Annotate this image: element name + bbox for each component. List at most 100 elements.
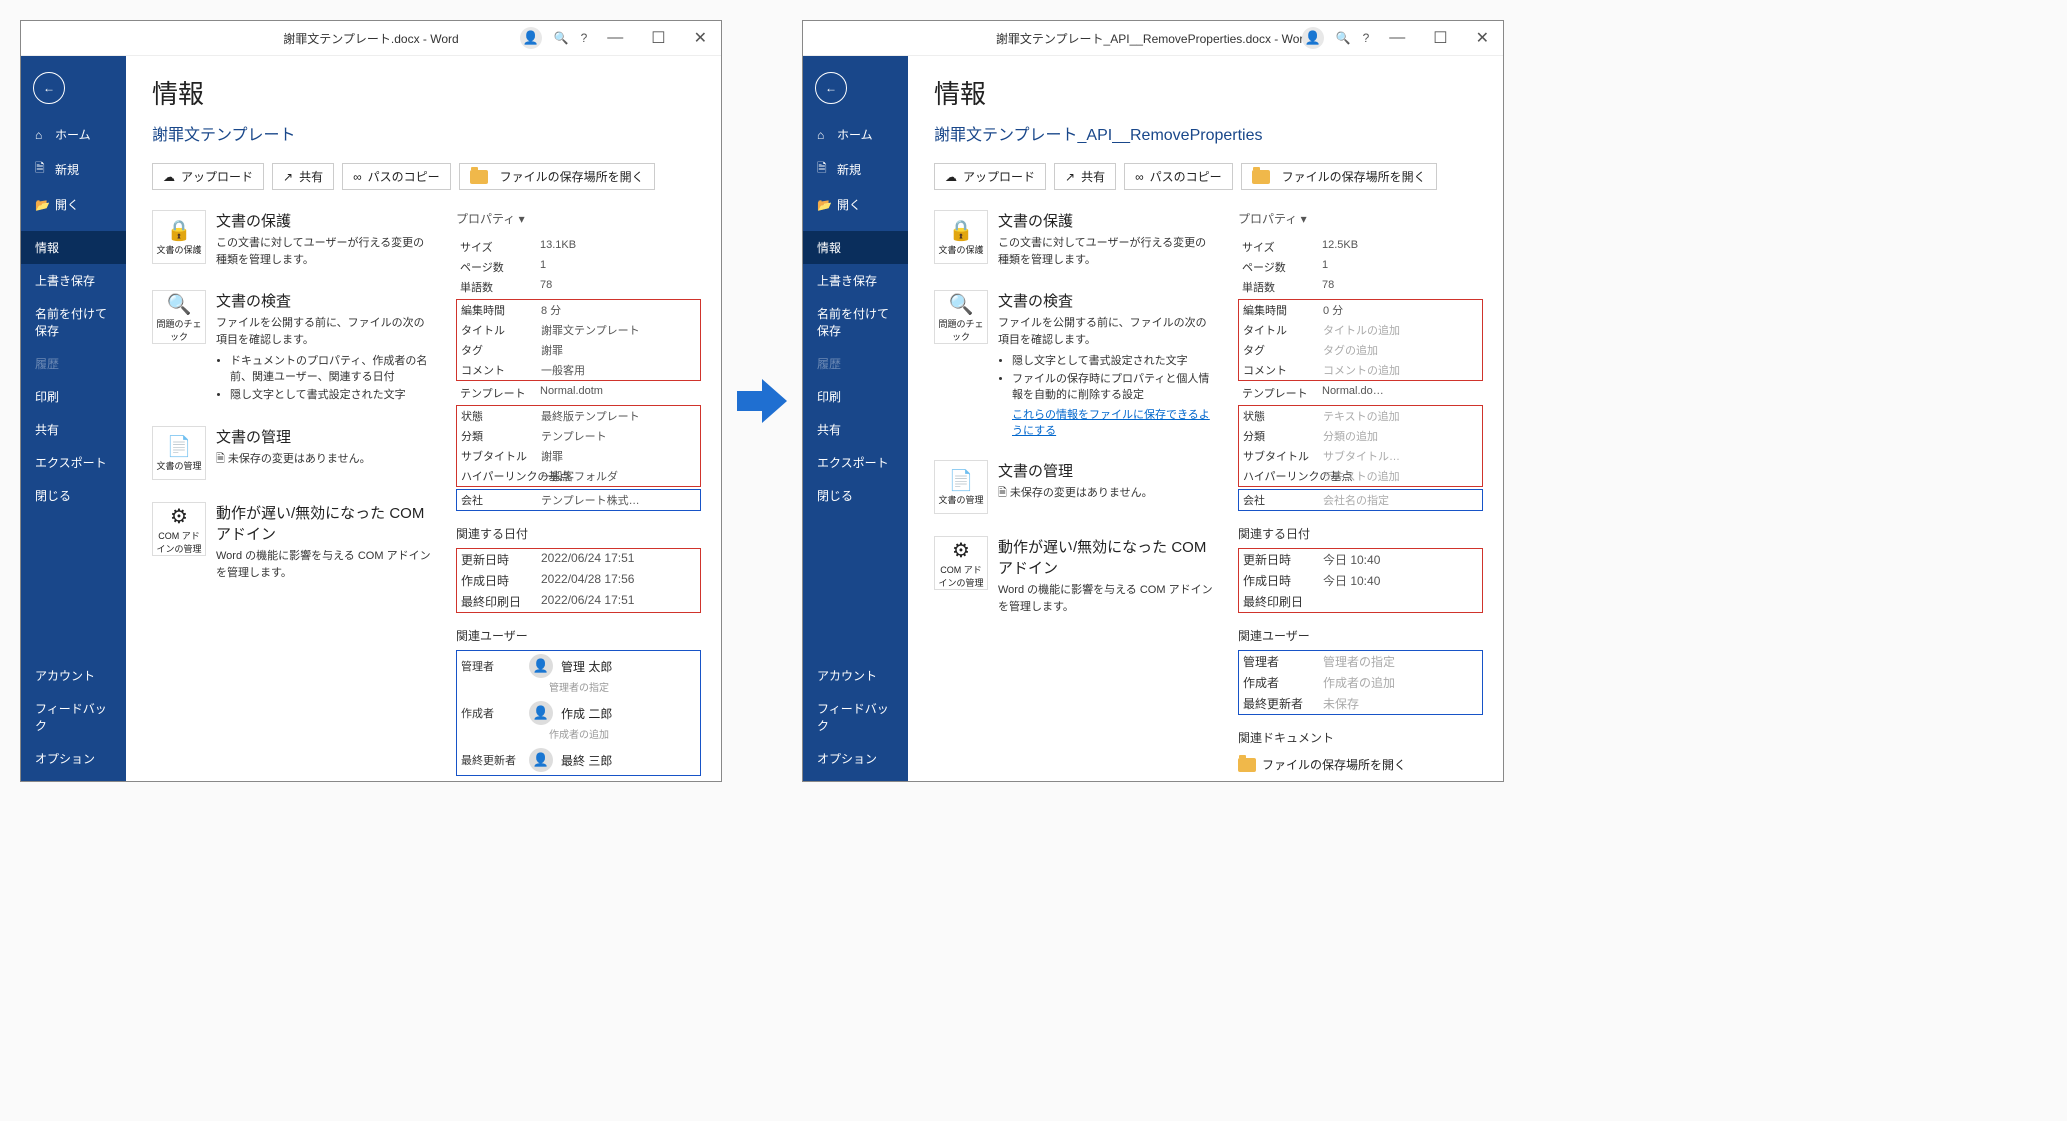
sidebar-item-account[interactable]: アカウント xyxy=(803,659,908,692)
upload-icon: ☁ xyxy=(945,170,957,184)
folder-icon xyxy=(1252,170,1270,184)
sidebar-item-new[interactable]: 🗎新規 xyxy=(21,151,126,188)
manage-section: 📄文書の管理 文書の管理🗎 未保存の変更はありません。 xyxy=(934,460,1214,514)
close-button[interactable]: ✕ xyxy=(1468,28,1497,48)
sidebar-item-saveas[interactable]: 名前を付けて保存 xyxy=(803,297,908,347)
sidebar-item-save[interactable]: 上書き保存 xyxy=(21,264,126,297)
tell-me-icon[interactable]: 🔍 xyxy=(554,31,569,45)
sidebar-item-open[interactable]: 📂開く xyxy=(803,188,908,221)
arrow-icon xyxy=(732,371,792,431)
sidebar-item-export[interactable]: エクスポート xyxy=(21,446,126,479)
sidebar-item-share[interactable]: 共有 xyxy=(803,413,908,446)
account-icon[interactable]: 👤 xyxy=(520,27,542,49)
open-location-button[interactable]: ファイルの保存場所を開く xyxy=(459,163,655,190)
highlight-box-props-main: 編集時間0 分 タイトルタイトルの追加 タグタグの追加 コメントコメントの追加 xyxy=(1238,299,1483,381)
addin-icon: ⚙ xyxy=(170,504,188,529)
maximize-button[interactable]: ☐ xyxy=(643,28,673,48)
manage-icon: 📄 xyxy=(167,434,192,459)
sidebar-item-saveas[interactable]: 名前を付けて保存 xyxy=(21,297,126,347)
sidebar-item-save[interactable]: 上書き保存 xyxy=(803,264,908,297)
sidebar-item-open[interactable]: 📂開く xyxy=(21,188,126,221)
link-icon: ∞ xyxy=(1135,170,1144,184)
sidebar-item-feedback[interactable]: フィードバック xyxy=(21,692,126,742)
manage-section: 📄文書の管理 文書の管理🗎 未保存の変更はありません。 xyxy=(152,426,432,480)
main-panel: 情報 謝罪文テンプレート_API__RemoveProperties ☁アップロ… xyxy=(908,56,1503,781)
home-icon: ⌂ xyxy=(817,128,831,142)
sidebar-item-info[interactable]: 情報 xyxy=(21,231,126,264)
inspect-button[interactable]: 🔍問題のチェック xyxy=(934,290,988,344)
highlight-box-company: 会社会社名の指定 xyxy=(1238,489,1483,511)
dates-header: 関連する日付 xyxy=(456,525,701,542)
manage-button[interactable]: 📄文書の管理 xyxy=(152,426,206,480)
inspect-section: 🔍問題のチェック 文書の検査 ファイルを公開する前に、ファイルの次の項目を確認し… xyxy=(152,290,432,404)
manage-button[interactable]: 📄文書の管理 xyxy=(934,460,988,514)
addins-button[interactable]: ⚙COM アドインの管理 xyxy=(152,502,206,556)
inspect-bullets: 隠し文字として書式設定された文字 ファイルの保存時にプロパティと個人情報を自動的… xyxy=(998,352,1214,402)
sidebar-item-close[interactable]: 閉じる xyxy=(803,479,908,512)
sidebar-item-print[interactable]: 印刷 xyxy=(803,380,908,413)
tell-me-icon[interactable]: 🔍 xyxy=(1336,31,1351,45)
sidebar-item-share[interactable]: 共有 xyxy=(21,413,126,446)
folder-icon xyxy=(470,170,488,184)
properties-header[interactable]: プロパティ ▾ xyxy=(456,210,701,227)
link-icon: ∞ xyxy=(353,170,362,184)
backstage-sidebar: ← ⌂ホーム 🗎新規 📂開く 情報 上書き保存 名前を付けて保存 履歴 印刷 共… xyxy=(803,56,908,781)
new-icon: 🗎 xyxy=(817,159,831,180)
back-button[interactable]: ← xyxy=(815,72,847,104)
sidebar-item-options[interactable]: オプション xyxy=(21,742,126,775)
comparison-container: 謝罪文テンプレート.docx - Word 👤 🔍 ? — ☐ ✕ ← ⌂ホーム… xyxy=(20,20,2047,782)
page-title: 情報 xyxy=(934,74,1483,111)
upload-icon: ☁ xyxy=(163,170,175,184)
upload-button[interactable]: ☁アップロード xyxy=(152,163,264,190)
sidebar-item-options[interactable]: オプション xyxy=(803,742,908,775)
protect-button[interactable]: 🔒文書の保護 xyxy=(934,210,988,264)
highlight-box-dates: 更新日時今日 10:40 作成日時今日 10:40 最終印刷日 xyxy=(1238,548,1483,613)
maximize-button[interactable]: ☐ xyxy=(1425,28,1455,48)
minimize-button[interactable]: — xyxy=(1381,29,1413,47)
addin-icon: ⚙ xyxy=(952,538,970,563)
highlight-box-props-main: 編集時間8 分 タイトル謝罪文テンプレート タグ謝罪 コメント一般客用 xyxy=(456,299,701,381)
close-button[interactable]: ✕ xyxy=(686,28,715,48)
document-title: 謝罪文テンプレート_API__RemoveProperties xyxy=(934,121,1483,145)
upload-button[interactable]: ☁アップロード xyxy=(934,163,1046,190)
word-window-before: 謝罪文テンプレート.docx - Word 👤 🔍 ? — ☐ ✕ ← ⌂ホーム… xyxy=(20,20,722,782)
new-icon: 🗎 xyxy=(35,159,49,180)
titlebar: 謝罪文テンプレート.docx - Word 👤 🔍 ? — ☐ ✕ xyxy=(21,21,721,56)
sidebar-item-print[interactable]: 印刷 xyxy=(21,380,126,413)
share-button[interactable]: ↗共有 xyxy=(272,163,334,190)
sidebar-item-home[interactable]: ⌂ホーム xyxy=(21,118,126,151)
sidebar-item-account[interactable]: アカウント xyxy=(21,659,126,692)
avatar-icon: 👤 xyxy=(529,654,553,678)
window-title: 謝罪文テンプレート_API__RemoveProperties.docx - W… xyxy=(996,30,1310,47)
allow-save-link[interactable]: これらの情報をファイルに保存できるようにする xyxy=(1012,409,1210,437)
addins-button[interactable]: ⚙COM アドインの管理 xyxy=(934,536,988,590)
open-location-button[interactable]: ファイルの保存場所を開く xyxy=(1241,163,1437,190)
open-location-link[interactable]: ファイルの保存場所を開く xyxy=(1238,752,1483,777)
copy-path-button[interactable]: ∞パスのコピー xyxy=(342,163,451,190)
page-title: 情報 xyxy=(152,74,701,111)
sidebar-item-history: 履歴 xyxy=(803,347,908,380)
help-icon[interactable]: ? xyxy=(1363,31,1370,45)
sidebar-item-feedback[interactable]: フィードバック xyxy=(803,692,908,742)
inspect-icon: 🔍 xyxy=(949,292,974,317)
sidebar-item-info[interactable]: 情報 xyxy=(803,231,908,264)
backstage-sidebar: ← ⌂ホーム 🗎新規 📂開く 情報 上書き保存 名前を付けて保存 履歴 印刷 共… xyxy=(21,56,126,781)
open-icon: 📂 xyxy=(817,198,831,212)
account-icon[interactable]: 👤 xyxy=(1302,27,1324,49)
users-header: 関連ユーザー xyxy=(456,627,701,644)
sidebar-item-new[interactable]: 🗎新規 xyxy=(803,151,908,188)
help-icon[interactable]: ? xyxy=(581,31,588,45)
sidebar-item-close[interactable]: 閉じる xyxy=(21,479,126,512)
lock-icon: 🔒 xyxy=(949,218,974,243)
back-button[interactable]: ← xyxy=(33,72,65,104)
sidebar-item-home[interactable]: ⌂ホーム xyxy=(803,118,908,151)
folder-icon xyxy=(1238,758,1256,772)
share-button[interactable]: ↗共有 xyxy=(1054,163,1116,190)
inspect-button[interactable]: 🔍問題のチェック xyxy=(152,290,206,344)
minimize-button[interactable]: — xyxy=(599,29,631,47)
copy-path-button[interactable]: ∞パスのコピー xyxy=(1124,163,1233,190)
protect-button[interactable]: 🔒文書の保護 xyxy=(152,210,206,264)
sidebar-item-export[interactable]: エクスポート xyxy=(803,446,908,479)
highlight-box-users: 管理者👤管理 太郎 管理者の指定 作成者👤作成 二郎 作成者の追加 最終更新者👤… xyxy=(456,650,701,776)
properties-header[interactable]: プロパティ ▾ xyxy=(1238,210,1483,227)
